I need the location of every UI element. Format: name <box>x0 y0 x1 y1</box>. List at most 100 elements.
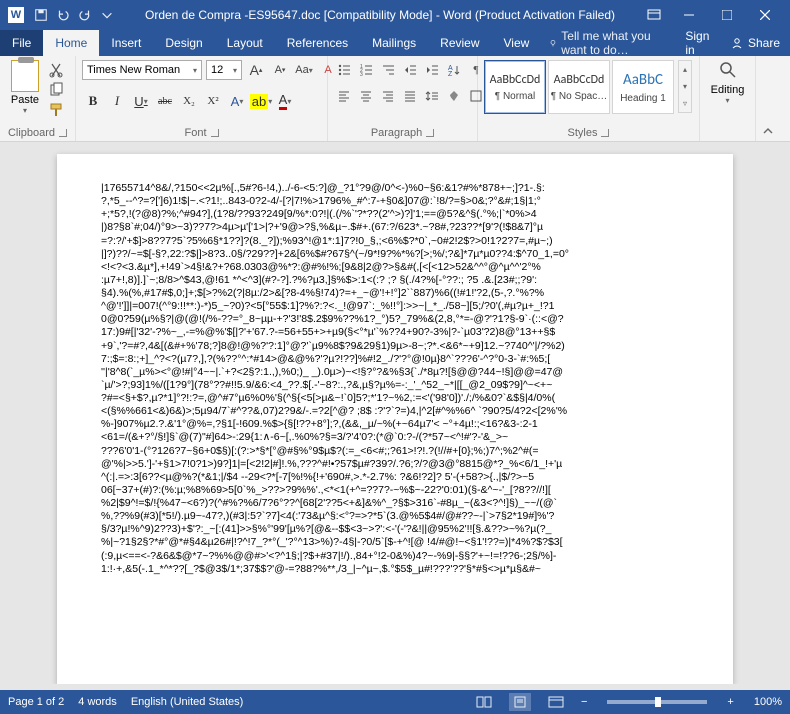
minimize-button[interactable] <box>672 3 706 27</box>
doc-line: 0@0?59(µ%§?|@(@!(/%-??=°_8~µµ-+?'3!'8$.2… <box>101 313 689 326</box>
paste-label: Paste <box>11 94 39 106</box>
sort-button[interactable]: AZ <box>444 60 464 80</box>
zoom-out-button[interactable]: − <box>581 696 587 708</box>
status-words[interactable]: 4 words <box>78 696 117 708</box>
doc-line: %,??%9(#3)[*5!/).µ9~-47?,)(#3|:5?`?7]<4(… <box>101 510 689 523</box>
print-layout-button[interactable] <box>509 693 531 711</box>
multilevel-button[interactable] <box>378 60 398 80</box>
paste-button[interactable]: Paste ▾ <box>6 60 44 115</box>
status-language[interactable]: English (United States) <box>131 696 244 708</box>
tell-me-search[interactable]: Tell me what you want to do… <box>541 30 675 56</box>
justify-button[interactable] <box>400 86 420 106</box>
zoom-slider[interactable] <box>607 700 707 704</box>
share-label: Share <box>748 36 780 50</box>
increase-indent-button[interactable] <box>422 60 442 80</box>
font-color-button[interactable]: A▾ <box>274 90 296 112</box>
read-mode-button[interactable] <box>473 693 495 711</box>
share-button[interactable]: Share <box>720 30 790 56</box>
web-layout-button[interactable] <box>545 693 567 711</box>
undo-icon[interactable] <box>56 8 70 22</box>
doc-line: `µ/'>?;93]1%/([1?9°](78°??#!!5.9/&6:<4_?… <box>101 379 689 392</box>
signin-button[interactable]: Sign in <box>675 30 720 56</box>
italic-button[interactable]: I <box>106 90 128 112</box>
style-item-2[interactable]: AaBbCHeading 1 <box>612 60 674 114</box>
editing-menu[interactable]: Editing ▾ <box>706 60 749 105</box>
paragraph-dialog-launcher[interactable] <box>426 129 434 137</box>
doc-line: ^@'!']]|=007!(^°9:!!**:)-*)5_~?0)?<5[°55… <box>101 300 689 313</box>
numbering-button[interactable]: 123 <box>356 60 376 80</box>
style-item-0[interactable]: AaBbCcDd¶ Normal <box>484 60 546 114</box>
status-page[interactable]: Page 1 of 2 <box>8 696 64 708</box>
styles-more[interactable]: ▿ <box>679 95 691 112</box>
tab-view[interactable]: View <box>492 30 542 56</box>
strike-button[interactable]: abc <box>154 90 176 112</box>
style-preview: AaBbCcDd <box>554 73 605 87</box>
editing-label: Editing <box>711 84 745 96</box>
maximize-button[interactable] <box>710 3 744 27</box>
qat-customize-icon[interactable] <box>100 8 114 22</box>
superscript-button[interactable]: X² <box>202 90 224 112</box>
shading-button[interactable] <box>444 86 464 106</box>
document-page[interactable]: |17655714^8&/,?150<<2µ%[.,5#?6-!4,)../-6… <box>57 154 733 684</box>
doc-line: |]?)??/~=$[-§?,22:?$|]>8?3..0§/?29??]+2&… <box>101 248 689 261</box>
zoom-value[interactable]: 100% <box>754 696 782 708</box>
paragraph-group-label: Paragraph <box>371 127 422 139</box>
bullets-button[interactable] <box>334 60 354 80</box>
style-name: ¶ Normal <box>495 91 535 102</box>
window-title: Orden de Compra -ES95647.doc [Compatibil… <box>114 8 646 22</box>
find-icon <box>718 60 738 80</box>
tab-design[interactable]: Design <box>153 30 214 56</box>
doc-line: ?#=<§+$?,µ?*1]°?!:?=,@^#7°µ6%0%'§(^§{<5[… <box>101 392 689 405</box>
doc-line: ?,*5_--^?=?[']6)1!$|~.<?1!;..843-0?2-4/-… <box>101 195 689 208</box>
svg-text:Z: Z <box>448 71 453 77</box>
line-spacing-button[interactable] <box>422 86 442 106</box>
ribbon-display-icon[interactable] <box>646 7 662 23</box>
grow-font-button[interactable]: A▴ <box>246 60 266 80</box>
paste-icon <box>11 60 39 92</box>
redo-icon[interactable] <box>78 8 92 22</box>
subscript-button[interactable]: X₂ <box>178 90 200 112</box>
save-icon[interactable] <box>34 8 48 22</box>
tab-layout[interactable]: Layout <box>215 30 275 56</box>
close-button[interactable] <box>748 3 782 27</box>
align-left-button[interactable] <box>334 86 354 106</box>
zoom-in-button[interactable]: + <box>727 696 733 708</box>
doc-line: |17655714^8&/,?150<<2µ%[.,5#?6-!4,)../-6… <box>101 182 689 195</box>
shrink-font-button[interactable]: A▾ <box>270 60 290 80</box>
doc-line: (:9,µ<==<-?&6&$@*7~?%%@@#>'<?^1§;|?$+#37… <box>101 550 689 563</box>
bold-button[interactable]: B <box>82 90 104 112</box>
style-item-1[interactable]: AaBbCcDd¶ No Spac… <box>548 60 610 114</box>
styles-group-label: Styles <box>568 127 598 139</box>
clipboard-dialog-launcher[interactable] <box>59 129 67 137</box>
cut-icon[interactable] <box>48 62 64 78</box>
tab-references[interactable]: References <box>275 30 360 56</box>
highlight-button[interactable]: ab▾ <box>250 90 272 112</box>
styles-scroll-up[interactable]: ▴ <box>679 61 691 78</box>
styles-dialog-launcher[interactable] <box>601 129 609 137</box>
doc-line: ???6'0'1-(°?126?7~§6+0$§)[:(?:>*§*[°@#§%… <box>101 445 689 458</box>
collapse-ribbon-button[interactable] <box>756 56 780 141</box>
styles-scroll-down[interactable]: ▾ <box>679 78 691 95</box>
font-size-combo[interactable]: 12▾ <box>206 60 242 80</box>
align-right-button[interactable] <box>378 86 398 106</box>
decrease-indent-button[interactable] <box>400 60 420 80</box>
doc-line: 06[~37+(#)?:(%:µ;%8%69>5[0`%_>??>?9%%'.,… <box>101 484 689 497</box>
font-name-combo[interactable]: Times New Roman▾ <box>82 60 202 80</box>
tab-mailings[interactable]: Mailings <box>360 30 428 56</box>
copy-icon[interactable] <box>48 82 64 98</box>
format-painter-icon[interactable] <box>48 102 64 118</box>
text-effects-button[interactable]: A▾ <box>226 90 248 112</box>
change-case-button[interactable]: Aa▾ <box>294 60 314 80</box>
bulb-icon <box>549 37 557 49</box>
tab-file[interactable]: File <box>0 30 43 56</box>
font-dialog-launcher[interactable] <box>211 129 219 137</box>
tell-me-label: Tell me what you want to do… <box>561 29 667 57</box>
align-center-button[interactable] <box>356 86 376 106</box>
chevron-down-icon: ▾ <box>193 66 197 75</box>
underline-button[interactable]: U▾ <box>130 90 152 112</box>
tab-insert[interactable]: Insert <box>99 30 153 56</box>
tab-review[interactable]: Review <box>428 30 491 56</box>
tab-home[interactable]: Home <box>43 30 99 56</box>
zoom-thumb[interactable] <box>655 697 661 707</box>
font-size-value: 12 <box>211 64 223 76</box>
